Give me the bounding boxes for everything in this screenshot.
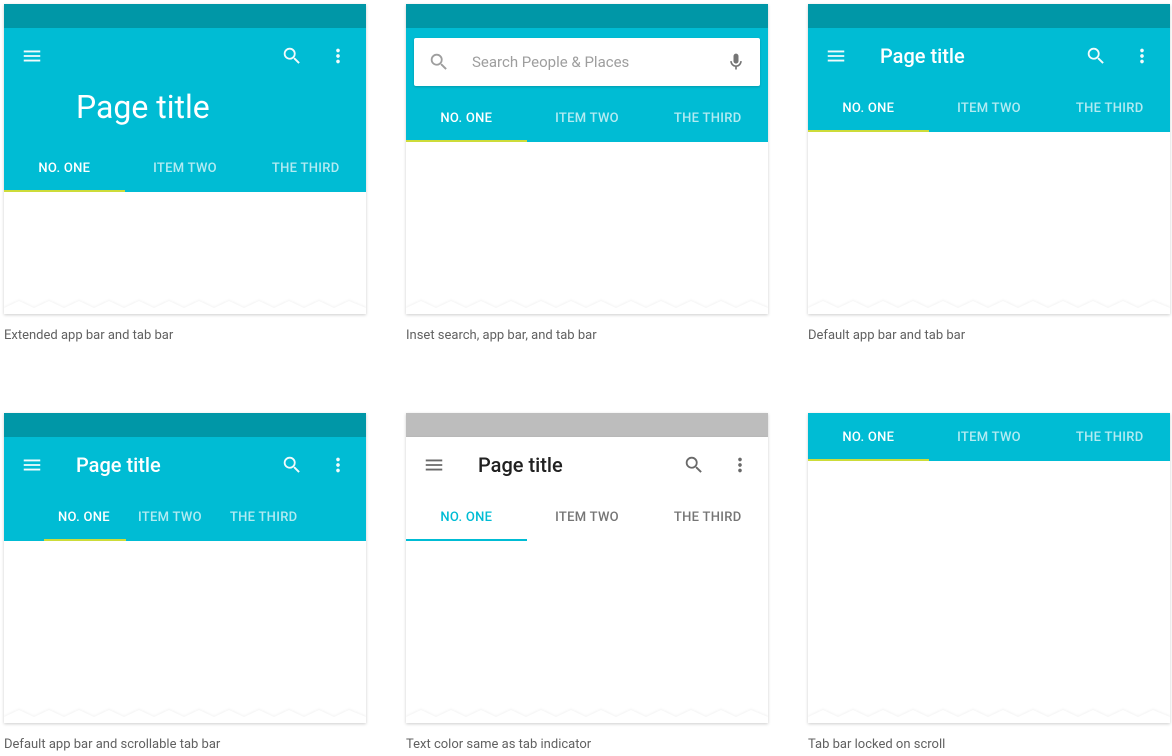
search-icon[interactable] <box>280 453 304 477</box>
more-vert-icon[interactable] <box>1130 44 1154 68</box>
tab-one[interactable]: NO. ONE <box>406 493 527 541</box>
torn-edge <box>4 301 366 314</box>
tab-three[interactable]: THE THIRD <box>1049 84 1170 132</box>
tab-one[interactable]: NO. ONE <box>808 84 929 132</box>
app-bar: Page title NO. ONE ITEM TWO THE THIRD <box>4 28 366 192</box>
search-icon[interactable] <box>682 453 706 477</box>
tab-three[interactable]: THE THIRD <box>647 94 768 142</box>
example-caption: Default app bar and scrollable tab bar <box>4 737 366 752</box>
tab-one[interactable]: NO. ONE <box>406 94 527 142</box>
example-caption: Default app bar and tab bar <box>808 328 1170 343</box>
tab-three[interactable]: THE THIRD <box>245 144 366 192</box>
tab-one[interactable]: NO. ONE <box>44 493 124 541</box>
example-caption: Extended app bar and tab bar <box>4 328 366 343</box>
more-vert-icon[interactable] <box>326 44 350 68</box>
example-caption: Inset search, app bar, and tab bar <box>406 328 768 343</box>
example-scrollable-tabs: Page title NO. ONE ITEM TWO THE THIRD <box>4 413 366 723</box>
tab-bar[interactable]: NO. ONE ITEM TWO THE THIRD <box>4 493 366 541</box>
page-title: Page title <box>478 453 563 477</box>
menu-icon[interactable] <box>20 44 44 68</box>
example-text-color-indicator: Page title NO. ONE ITEM TWO THE THIRD <box>406 413 768 723</box>
example-caption: Text color same as tab indicator <box>406 737 768 752</box>
search-icon[interactable] <box>280 44 304 68</box>
more-vert-icon[interactable] <box>326 453 350 477</box>
page-title: Page title <box>4 84 366 144</box>
torn-edge <box>406 710 768 723</box>
tab-bar: NO. ONE ITEM TWO THE THIRD <box>808 413 1170 461</box>
example-extended-appbar: Page title NO. ONE ITEM TWO THE THIRD <box>4 4 366 314</box>
tab-one[interactable]: NO. ONE <box>4 144 125 192</box>
tab-two[interactable]: ITEM TWO <box>527 94 648 142</box>
tab-three[interactable]: THE THIRD <box>647 493 768 541</box>
tab-two[interactable]: ITEM TWO <box>929 413 1050 461</box>
torn-edge <box>406 301 768 314</box>
tab-one[interactable]: NO. ONE <box>808 413 929 461</box>
search-box[interactable]: Search People & Places <box>414 38 760 86</box>
tab-bar: NO. ONE ITEM TWO THE THIRD <box>406 94 768 142</box>
status-bar <box>406 4 768 28</box>
tab-bar: NO. ONE ITEM TWO THE THIRD <box>406 493 768 541</box>
more-vert-icon[interactable] <box>728 453 752 477</box>
torn-edge <box>808 710 1170 723</box>
menu-icon[interactable] <box>422 453 446 477</box>
search-placeholder: Search People & Places <box>472 53 726 71</box>
page-title: Page title <box>76 453 161 477</box>
menu-icon[interactable] <box>824 44 848 68</box>
page-title: Page title <box>880 44 965 68</box>
app-bar: Page title NO. ONE ITEM TWO THE THIRD <box>406 437 768 541</box>
mic-icon[interactable] <box>726 52 746 72</box>
example-locked-tabbar: NO. ONE ITEM TWO THE THIRD <box>808 413 1170 723</box>
tab-two[interactable]: ITEM TWO <box>124 493 216 541</box>
status-bar <box>4 413 366 437</box>
torn-edge <box>4 710 366 723</box>
menu-icon[interactable] <box>20 453 44 477</box>
example-inset-search: Search People & Places NO. ONE ITEM TWO … <box>406 4 768 314</box>
status-bar <box>406 413 768 437</box>
torn-edge <box>808 301 1170 314</box>
tab-three[interactable]: THE THIRD <box>1049 413 1170 461</box>
tab-bar: NO. ONE ITEM TWO THE THIRD <box>4 144 366 192</box>
tab-two[interactable]: ITEM TWO <box>527 493 648 541</box>
app-bar: Search People & Places NO. ONE ITEM TWO … <box>406 28 768 142</box>
status-bar <box>808 4 1170 28</box>
search-icon[interactable] <box>1084 44 1108 68</box>
status-bar <box>4 4 366 28</box>
search-icon <box>428 51 450 73</box>
app-bar: Page title NO. ONE ITEM TWO THE THIRD <box>4 437 366 541</box>
example-default-appbar: Page title NO. ONE ITEM TWO THE THIRD <box>808 4 1170 314</box>
tab-two[interactable]: ITEM TWO <box>125 144 246 192</box>
example-caption: Tab bar locked on scroll <box>808 737 1170 752</box>
tab-bar: NO. ONE ITEM TWO THE THIRD <box>808 84 1170 132</box>
tab-two[interactable]: ITEM TWO <box>929 84 1050 132</box>
tab-three[interactable]: THE THIRD <box>216 493 312 541</box>
app-bar: Page title NO. ONE ITEM TWO THE THIRD <box>808 28 1170 132</box>
